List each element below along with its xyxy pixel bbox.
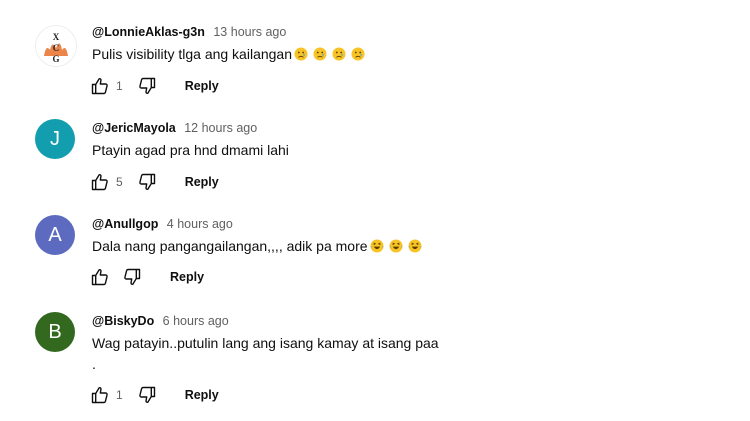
- avatar-letter: A: [48, 223, 62, 246]
- laughing-tears-emoji: [389, 239, 403, 253]
- avatar[interactable]: J: [35, 119, 75, 159]
- comment-author[interactable]: @BiskyDo: [92, 314, 154, 328]
- reply-button[interactable]: Reply: [185, 388, 219, 402]
- avatar[interactable]: X C G: [35, 25, 77, 67]
- comment-header: @BiskyDo 6 hours ago: [92, 312, 229, 330]
- avatar[interactable]: B: [35, 312, 75, 352]
- comment-actions: 5 Reply: [90, 171, 219, 193]
- comment-text-content: Dala nang pangangailangan,,,, adik pa mo…: [92, 238, 368, 254]
- comment-text-content: Wag patayin..putulin lang ang isang kama…: [92, 335, 439, 351]
- laughing-tears-emoji: [370, 239, 384, 253]
- comment-actions: 1 Reply: [90, 75, 219, 97]
- comment-time[interactable]: 13 hours ago: [213, 25, 286, 39]
- comment-header: @Anullgop 4 hours ago: [92, 215, 233, 233]
- laughing-tears-emoji-group: [369, 239, 422, 253]
- like-count: 1: [116, 388, 123, 402]
- comment-text-extra-line: .: [92, 356, 96, 372]
- avatar-letter: J: [50, 127, 60, 150]
- dislike-button-icon[interactable]: [137, 172, 157, 192]
- avatar[interactable]: A: [35, 215, 75, 255]
- comment-text-content: Ptayin agad pra hnd dmami lahi: [92, 142, 289, 158]
- comment-author[interactable]: @LonnieAklas-g3n: [92, 25, 205, 39]
- svg-text:G: G: [52, 54, 59, 64]
- avatar-letter: B: [48, 320, 62, 343]
- xcg-logo-icon: X C G: [37, 27, 75, 65]
- sad-face-emoji: [351, 47, 365, 61]
- comment-actions: Reply: [90, 266, 204, 288]
- like-count: 1: [116, 79, 123, 93]
- laughing-tears-emoji: [408, 239, 422, 253]
- comment-header: @JericMayola 12 hours ago: [92, 119, 257, 137]
- sad-face-emoji: [294, 47, 308, 61]
- sad-face-emoji-group: [293, 47, 365, 61]
- dislike-button-icon[interactable]: [122, 267, 142, 287]
- comment-author[interactable]: @Anullgop: [92, 217, 158, 231]
- reply-button[interactable]: Reply: [170, 270, 204, 284]
- svg-text:X: X: [53, 32, 60, 42]
- sad-face-emoji: [313, 47, 327, 61]
- like-button-icon[interactable]: [90, 267, 110, 287]
- dislike-button-icon[interactable]: [137, 76, 157, 96]
- like-button-icon[interactable]: [90, 76, 110, 96]
- like-button-icon[interactable]: [90, 172, 110, 192]
- like-button-icon[interactable]: [90, 385, 110, 405]
- comment-text: Pulis visibility tlga ang kailangan: [92, 46, 365, 62]
- dislike-button-icon[interactable]: [137, 385, 157, 405]
- comment-text: Dala nang pangangailangan,,,, adik pa mo…: [92, 238, 422, 254]
- reply-button[interactable]: Reply: [185, 175, 219, 189]
- comment-time[interactable]: 6 hours ago: [163, 314, 229, 328]
- svg-text:C: C: [53, 43, 60, 53]
- comment-author[interactable]: @JericMayola: [92, 121, 176, 135]
- comment-header: @LonnieAklas-g3n 13 hours ago: [92, 23, 286, 41]
- comment-actions: 1 Reply: [90, 384, 219, 406]
- like-count: 5: [116, 175, 123, 189]
- reply-button[interactable]: Reply: [185, 79, 219, 93]
- sad-face-emoji: [332, 47, 346, 61]
- comment-text-content: Pulis visibility tlga ang kailangan: [92, 46, 292, 62]
- comment-time[interactable]: 4 hours ago: [167, 217, 233, 231]
- comment-time[interactable]: 12 hours ago: [184, 121, 257, 135]
- comment-text: Ptayin agad pra hnd dmami lahi: [92, 142, 289, 158]
- comment-text: Wag patayin..putulin lang ang isang kama…: [92, 335, 439, 351]
